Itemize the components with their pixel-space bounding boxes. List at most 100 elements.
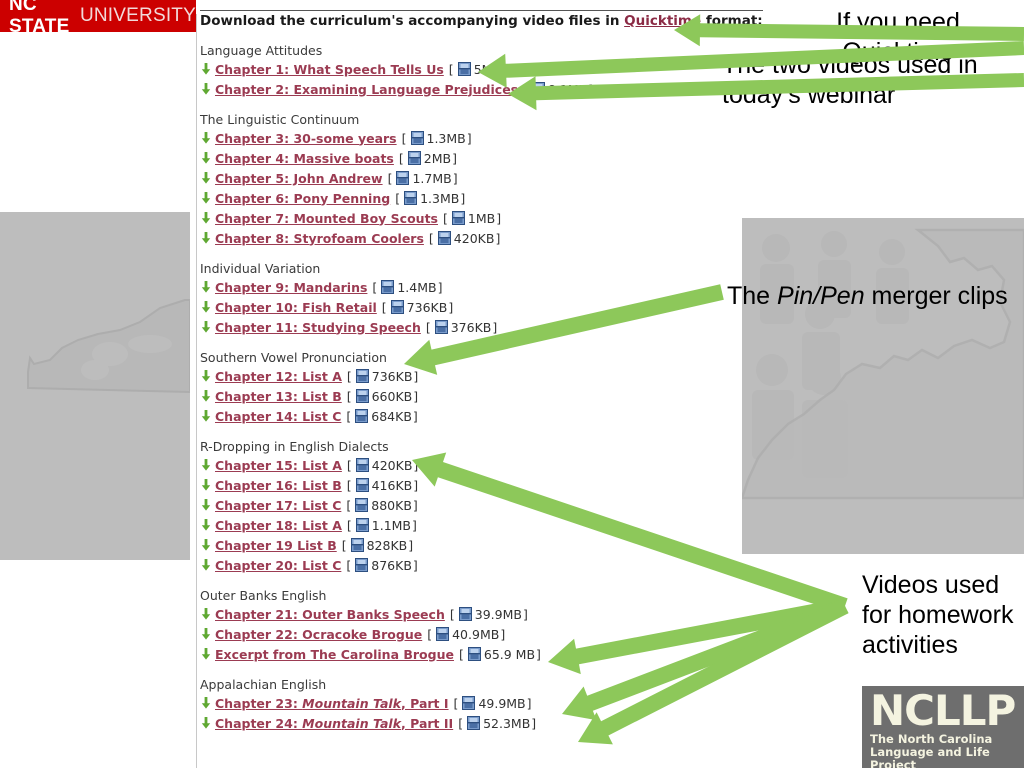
bracket-close: ] xyxy=(466,130,472,146)
chapter-list-item: Chapter 12: List A [736KB] xyxy=(200,366,670,386)
bracket-close: ] xyxy=(536,646,541,662)
file-size-label: 376KB xyxy=(450,319,492,335)
down-arrow-bullet-icon xyxy=(200,627,212,641)
chapter-download-link[interactable]: Chapter 11: Studying Speech xyxy=(215,320,421,335)
video-file-icon xyxy=(434,320,448,334)
bracket-close: ] xyxy=(412,497,418,513)
bracket-open: [ xyxy=(442,210,448,226)
chapter-download-link[interactable]: Chapter 21: Outer Banks Speech xyxy=(215,607,445,622)
chapter-list: Chapter 21: Outer Banks Speech[39.9MB] Ch… xyxy=(200,604,670,664)
page-title-text-before: Download the curriculum's accompanying v… xyxy=(200,13,625,29)
bracket-close: ] xyxy=(408,537,414,553)
file-size-label: 420KB xyxy=(453,230,495,246)
chapter-download-link[interactable]: Chapter 17: List C xyxy=(215,498,341,513)
video-file-icon xyxy=(355,498,369,512)
file-size-label: 660KB xyxy=(371,388,413,404)
bracket-open: [ xyxy=(387,170,393,186)
down-arrow-bullet-icon xyxy=(200,82,212,96)
file-size-label: 736KB xyxy=(406,299,448,315)
chapter-download-link[interactable]: Chapter 20: List C xyxy=(215,558,341,573)
bracket-close: ] xyxy=(413,477,419,493)
chapter-download-link[interactable]: Chapter 22: Ocracoke Brogue xyxy=(215,627,422,642)
video-file-icon xyxy=(350,538,364,552)
bracket-open: [ xyxy=(346,477,352,493)
chapter-list-item: Chapter 23: Mountain Talk, Part I[49.9MB… xyxy=(200,693,670,713)
section-title: Individual Variation xyxy=(200,261,321,276)
file-size-label: 880KB xyxy=(371,497,412,513)
bracket-close: ] xyxy=(522,606,528,622)
chapter-download-link[interactable]: Chapter 2: Examining Language Prejudices xyxy=(215,82,518,97)
file-size-label: 5MB xyxy=(473,61,502,77)
bracket-close: ] xyxy=(495,230,501,246)
bracket-open: [ xyxy=(453,695,459,711)
chapter-list: Chapter 9: Mandarins[1.4MB] Chapter 10: F… xyxy=(200,277,670,337)
bracket-close: ] xyxy=(502,61,507,77)
bracket-open: [ xyxy=(346,408,352,424)
chapter-download-link[interactable]: Chapter 15: List A xyxy=(215,458,342,473)
page-title: Download the curriculum's accompanying v… xyxy=(200,10,763,29)
quicktime-link[interactable]: Quicktime xyxy=(624,13,701,29)
chapter-download-link[interactable]: Excerpt from The Carolina Brogue xyxy=(215,647,454,662)
ncsu-logo-light: UNIVERSITY xyxy=(79,5,196,26)
ncsu-logo-banner: NC STATE UNIVERSITY xyxy=(0,0,196,37)
video-file-icon xyxy=(404,191,418,205)
section-title: Appalachian English xyxy=(200,677,327,692)
chapter-download-link[interactable]: Chapter 16: List B xyxy=(215,478,342,493)
chapter-label-italic: Mountain Talk xyxy=(302,695,402,711)
chapter-download-link[interactable]: Chapter 12: List A xyxy=(215,369,342,384)
chapter-download-link[interactable]: Chapter 14: List C xyxy=(215,409,341,424)
chapter-list-item: Chapter 20: List C [876KB] xyxy=(200,555,670,575)
video-file-icon xyxy=(462,696,476,710)
chapter-download-link[interactable]: Chapter 13: List B xyxy=(215,389,342,404)
chapter-download-link[interactable]: Chapter 3: 30-some years xyxy=(215,131,397,146)
chapter-label-pre: Chapter 23: xyxy=(215,695,303,711)
chapter-download-link[interactable]: Chapter 5: John Andrew xyxy=(215,171,383,186)
chapter-list-item: Chapter 14: List C [684KB] xyxy=(200,406,670,426)
down-arrow-bullet-icon xyxy=(200,62,212,76)
video-file-icon xyxy=(407,151,421,165)
file-size-label: 1.3MB xyxy=(426,130,466,146)
chapter-list-item: Chapter 3: 30-some years [1.3MB] xyxy=(200,128,670,148)
chapter-download-link[interactable]: Chapter 9: Mandarins xyxy=(215,280,367,295)
bracket-open: [ xyxy=(458,715,464,731)
chapter-download-link[interactable]: Chapter 24: Mountain Talk, Part II xyxy=(215,716,453,731)
chapter-list-item: Chapter 5: John Andrew [1.7MB] xyxy=(200,168,670,188)
bracket-close: ] xyxy=(412,557,418,573)
bracket-open: [ xyxy=(341,537,347,553)
chapter-download-link[interactable]: Chapter 23: Mountain Talk, Part I xyxy=(215,696,449,711)
chapter-download-link[interactable]: Chapter 7: Mounted Boy Scouts xyxy=(215,211,438,226)
chapter-label-post: , Part I xyxy=(401,695,449,711)
bracket-close: ] xyxy=(412,517,417,533)
bracket-open: [ xyxy=(425,319,431,335)
chapter-list-item: Chapter 24: Mountain Talk, Part II[52.3M… xyxy=(200,713,670,733)
chapter-download-link[interactable]: Chapter 1: What Speech Tells Us xyxy=(215,62,444,77)
chapter-download-link[interactable]: Chapter 6: Pony Penning xyxy=(215,191,390,206)
chapter-list-item: Chapter 8: Styrofoam Coolers [420KB] xyxy=(200,228,670,248)
file-size-label: 416KB xyxy=(371,477,413,493)
chapter-download-link[interactable]: Chapter 19 List B xyxy=(215,538,337,553)
bracket-open: [ xyxy=(523,81,528,97)
bracket-close: ] xyxy=(588,81,594,97)
slide-canvas: NC STATE UNIVERSITY Download the curricu… xyxy=(0,0,1024,768)
chapter-download-link[interactable]: Chapter 10: Fish Retail xyxy=(215,300,377,315)
chapter-list-item: Chapter 16: List B [416KB] xyxy=(200,475,670,495)
bracket-close: ] xyxy=(413,457,419,473)
down-arrow-bullet-icon xyxy=(200,171,212,185)
bracket-open: [ xyxy=(448,61,454,77)
file-size-label: 736KB xyxy=(371,368,413,384)
bracket-open: [ xyxy=(346,497,352,513)
bracket-open: [ xyxy=(395,190,401,206)
bracket-close: ] xyxy=(452,170,458,186)
video-section: Appalachian English Chapter 23: Mountain … xyxy=(200,677,670,733)
chapter-download-link[interactable]: Chapter 18: List A xyxy=(215,518,342,533)
section-title: The Linguistic Continuum xyxy=(200,112,360,127)
chapter-download-link[interactable]: Chapter 8: Styrofoam Coolers xyxy=(215,231,424,246)
bracket-open: [ xyxy=(401,130,407,146)
chapter-label-pre: Chapter 24: xyxy=(215,715,303,731)
chapter-download-link[interactable]: Chapter 4: Massive boats xyxy=(215,151,394,166)
annotation-two-videos: The two videos used in today’s webinar xyxy=(722,51,978,109)
chapter-list: Chapter 12: List A[736KB] Chapter 13: Lis… xyxy=(200,366,670,426)
annotation-pin-pen-pre: The xyxy=(727,282,778,310)
chapter-list-item: Chapter 15: List A [420KB] xyxy=(200,455,670,475)
down-arrow-bullet-icon xyxy=(200,131,212,145)
